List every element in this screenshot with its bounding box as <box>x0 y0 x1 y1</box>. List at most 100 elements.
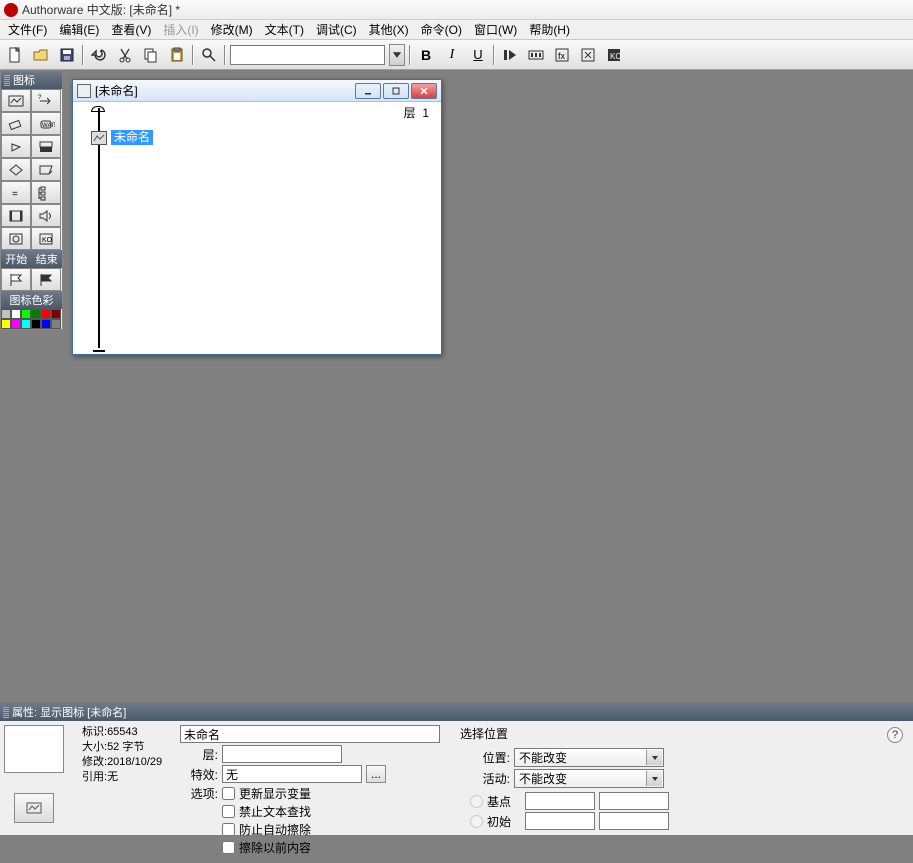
find-button[interactable] <box>198 44 220 66</box>
menu-debug[interactable]: 调试(C) <box>310 19 363 40</box>
run-button[interactable] <box>499 44 521 66</box>
menu-modify[interactable]: 修改(M) <box>205 19 259 40</box>
flowline-titlebar[interactable]: [未命名] <box>73 80 441 102</box>
interaction-icon[interactable] <box>31 158 61 181</box>
help-icon[interactable]: ? <box>887 727 903 743</box>
layer-indicator: 层 1 <box>404 104 429 121</box>
color-swatch[interactable] <box>21 319 31 329</box>
font-select[interactable] <box>230 45 385 65</box>
minimize-button[interactable] <box>355 83 381 99</box>
undo-button[interactable] <box>88 44 110 66</box>
decision-icon[interactable] <box>1 158 31 181</box>
opt-no-auto-erase[interactable] <box>222 823 235 836</box>
opt-update-vars[interactable] <box>222 787 235 800</box>
save-button[interactable] <box>56 44 78 66</box>
menu-other[interactable]: 其他(X) <box>363 19 415 40</box>
svg-text:fx: fx <box>558 51 566 61</box>
movie-icon[interactable] <box>1 204 31 227</box>
menu-text[interactable]: 文本(T) <box>259 19 310 40</box>
node-label[interactable]: 未命名 <box>111 130 153 145</box>
copy-button[interactable] <box>140 44 162 66</box>
base-y <box>599 792 669 810</box>
open-button[interactable] <box>30 44 52 66</box>
paste-button[interactable] <box>166 44 188 66</box>
init-y <box>599 812 669 830</box>
display-icon[interactable] <box>1 89 31 112</box>
underline-button[interactable]: U <box>467 44 489 66</box>
color-swatch[interactable] <box>1 309 11 319</box>
start-flag-icon[interactable] <box>1 268 31 291</box>
opt-erase-previous[interactable] <box>222 841 235 854</box>
new-button[interactable] <box>4 44 26 66</box>
sound-icon[interactable] <box>31 204 61 227</box>
svg-text:=: = <box>12 189 18 200</box>
flow-node[interactable]: 未命名 <box>91 130 153 145</box>
display-node-icon[interactable] <box>91 131 107 145</box>
knowledge-object-icon[interactable]: KO <box>31 227 61 250</box>
separator <box>192 45 194 65</box>
init-radio <box>470 815 483 828</box>
erase-icon[interactable] <box>1 112 31 135</box>
italic-button[interactable]: I <box>441 44 463 66</box>
color-swatch[interactable] <box>31 309 41 319</box>
wait-icon[interactable]: WAIT <box>31 112 61 135</box>
calculation-icon[interactable]: = <box>1 181 31 204</box>
flowline-icon <box>77 84 91 98</box>
color-swatch[interactable] <box>21 309 31 319</box>
properties-header[interactable]: 属性: 显示图标 [未命名] <box>0 703 913 721</box>
select-position-label: 选择位置 <box>460 725 710 742</box>
menu-file[interactable]: 文件(F) <box>2 19 53 40</box>
app-icon <box>4 3 18 17</box>
end-flag-icon[interactable] <box>31 268 61 291</box>
active-select[interactable]: 不能改变 <box>514 769 664 788</box>
color-swatch[interactable] <box>51 309 61 319</box>
functions-button[interactable]: fx <box>551 44 573 66</box>
knowledge-button[interactable]: KO <box>603 44 625 66</box>
svg-text:KO: KO <box>42 237 53 244</box>
framework-icon[interactable] <box>31 135 61 158</box>
name-input[interactable] <box>180 725 440 743</box>
menu-window[interactable]: 窗口(W) <box>468 19 523 40</box>
flowline-body[interactable]: 层 1 未命名 <box>73 102 441 354</box>
flowline-window: [未命名] 层 1 未命名 <box>72 79 442 355</box>
color-swatch[interactable] <box>11 319 21 329</box>
menu-view[interactable]: 查看(V) <box>105 19 157 40</box>
cut-button[interactable] <box>114 44 136 66</box>
menu-help[interactable]: 帮助(H) <box>523 19 576 40</box>
separator <box>224 45 226 65</box>
variables-button[interactable] <box>577 44 599 66</box>
dvd-icon[interactable] <box>1 227 31 250</box>
init-x <box>525 812 595 830</box>
position-select[interactable]: 不能改变 <box>514 748 664 767</box>
menu-command[interactable]: 命令(O) <box>415 19 468 40</box>
map-icon[interactable] <box>31 181 61 204</box>
color-swatch[interactable] <box>51 319 61 329</box>
bold-button[interactable]: B <box>415 44 437 66</box>
color-grid[interactable] <box>1 309 62 329</box>
close-button[interactable] <box>411 83 437 99</box>
color-swatch[interactable] <box>31 319 41 329</box>
control-panel-button[interactable] <box>525 44 547 66</box>
icon-palette-header[interactable]: 图标 <box>1 71 62 89</box>
opt-no-text-search[interactable] <box>222 805 235 818</box>
navigate-icon[interactable] <box>1 135 31 158</box>
color-swatch[interactable] <box>1 319 11 329</box>
icon-palette: 图标 ? WAIT = KO 开始结束 <box>0 70 63 330</box>
menu-insert: 插入(I) <box>157 19 204 40</box>
separator <box>82 45 84 65</box>
menu-edit[interactable]: 编辑(E) <box>53 19 105 40</box>
maximize-button[interactable] <box>383 83 409 99</box>
preview-thumbnail <box>4 725 64 773</box>
effect-input[interactable] <box>222 765 362 783</box>
effect-browse-button[interactable]: ... <box>366 765 386 783</box>
color-swatch[interactable] <box>41 319 51 329</box>
base-radio <box>470 795 483 808</box>
font-dropdown[interactable] <box>389 44 405 66</box>
color-swatch[interactable] <box>41 309 51 319</box>
motion-icon[interactable]: ? <box>31 89 61 112</box>
separator <box>493 45 495 65</box>
open-icon-button[interactable] <box>14 793 54 823</box>
color-swatch[interactable] <box>11 309 21 319</box>
menubar: 文件(F) 编辑(E) 查看(V) 插入(I) 修改(M) 文本(T) 调试(C… <box>0 20 913 40</box>
layer-input[interactable] <box>222 745 342 763</box>
